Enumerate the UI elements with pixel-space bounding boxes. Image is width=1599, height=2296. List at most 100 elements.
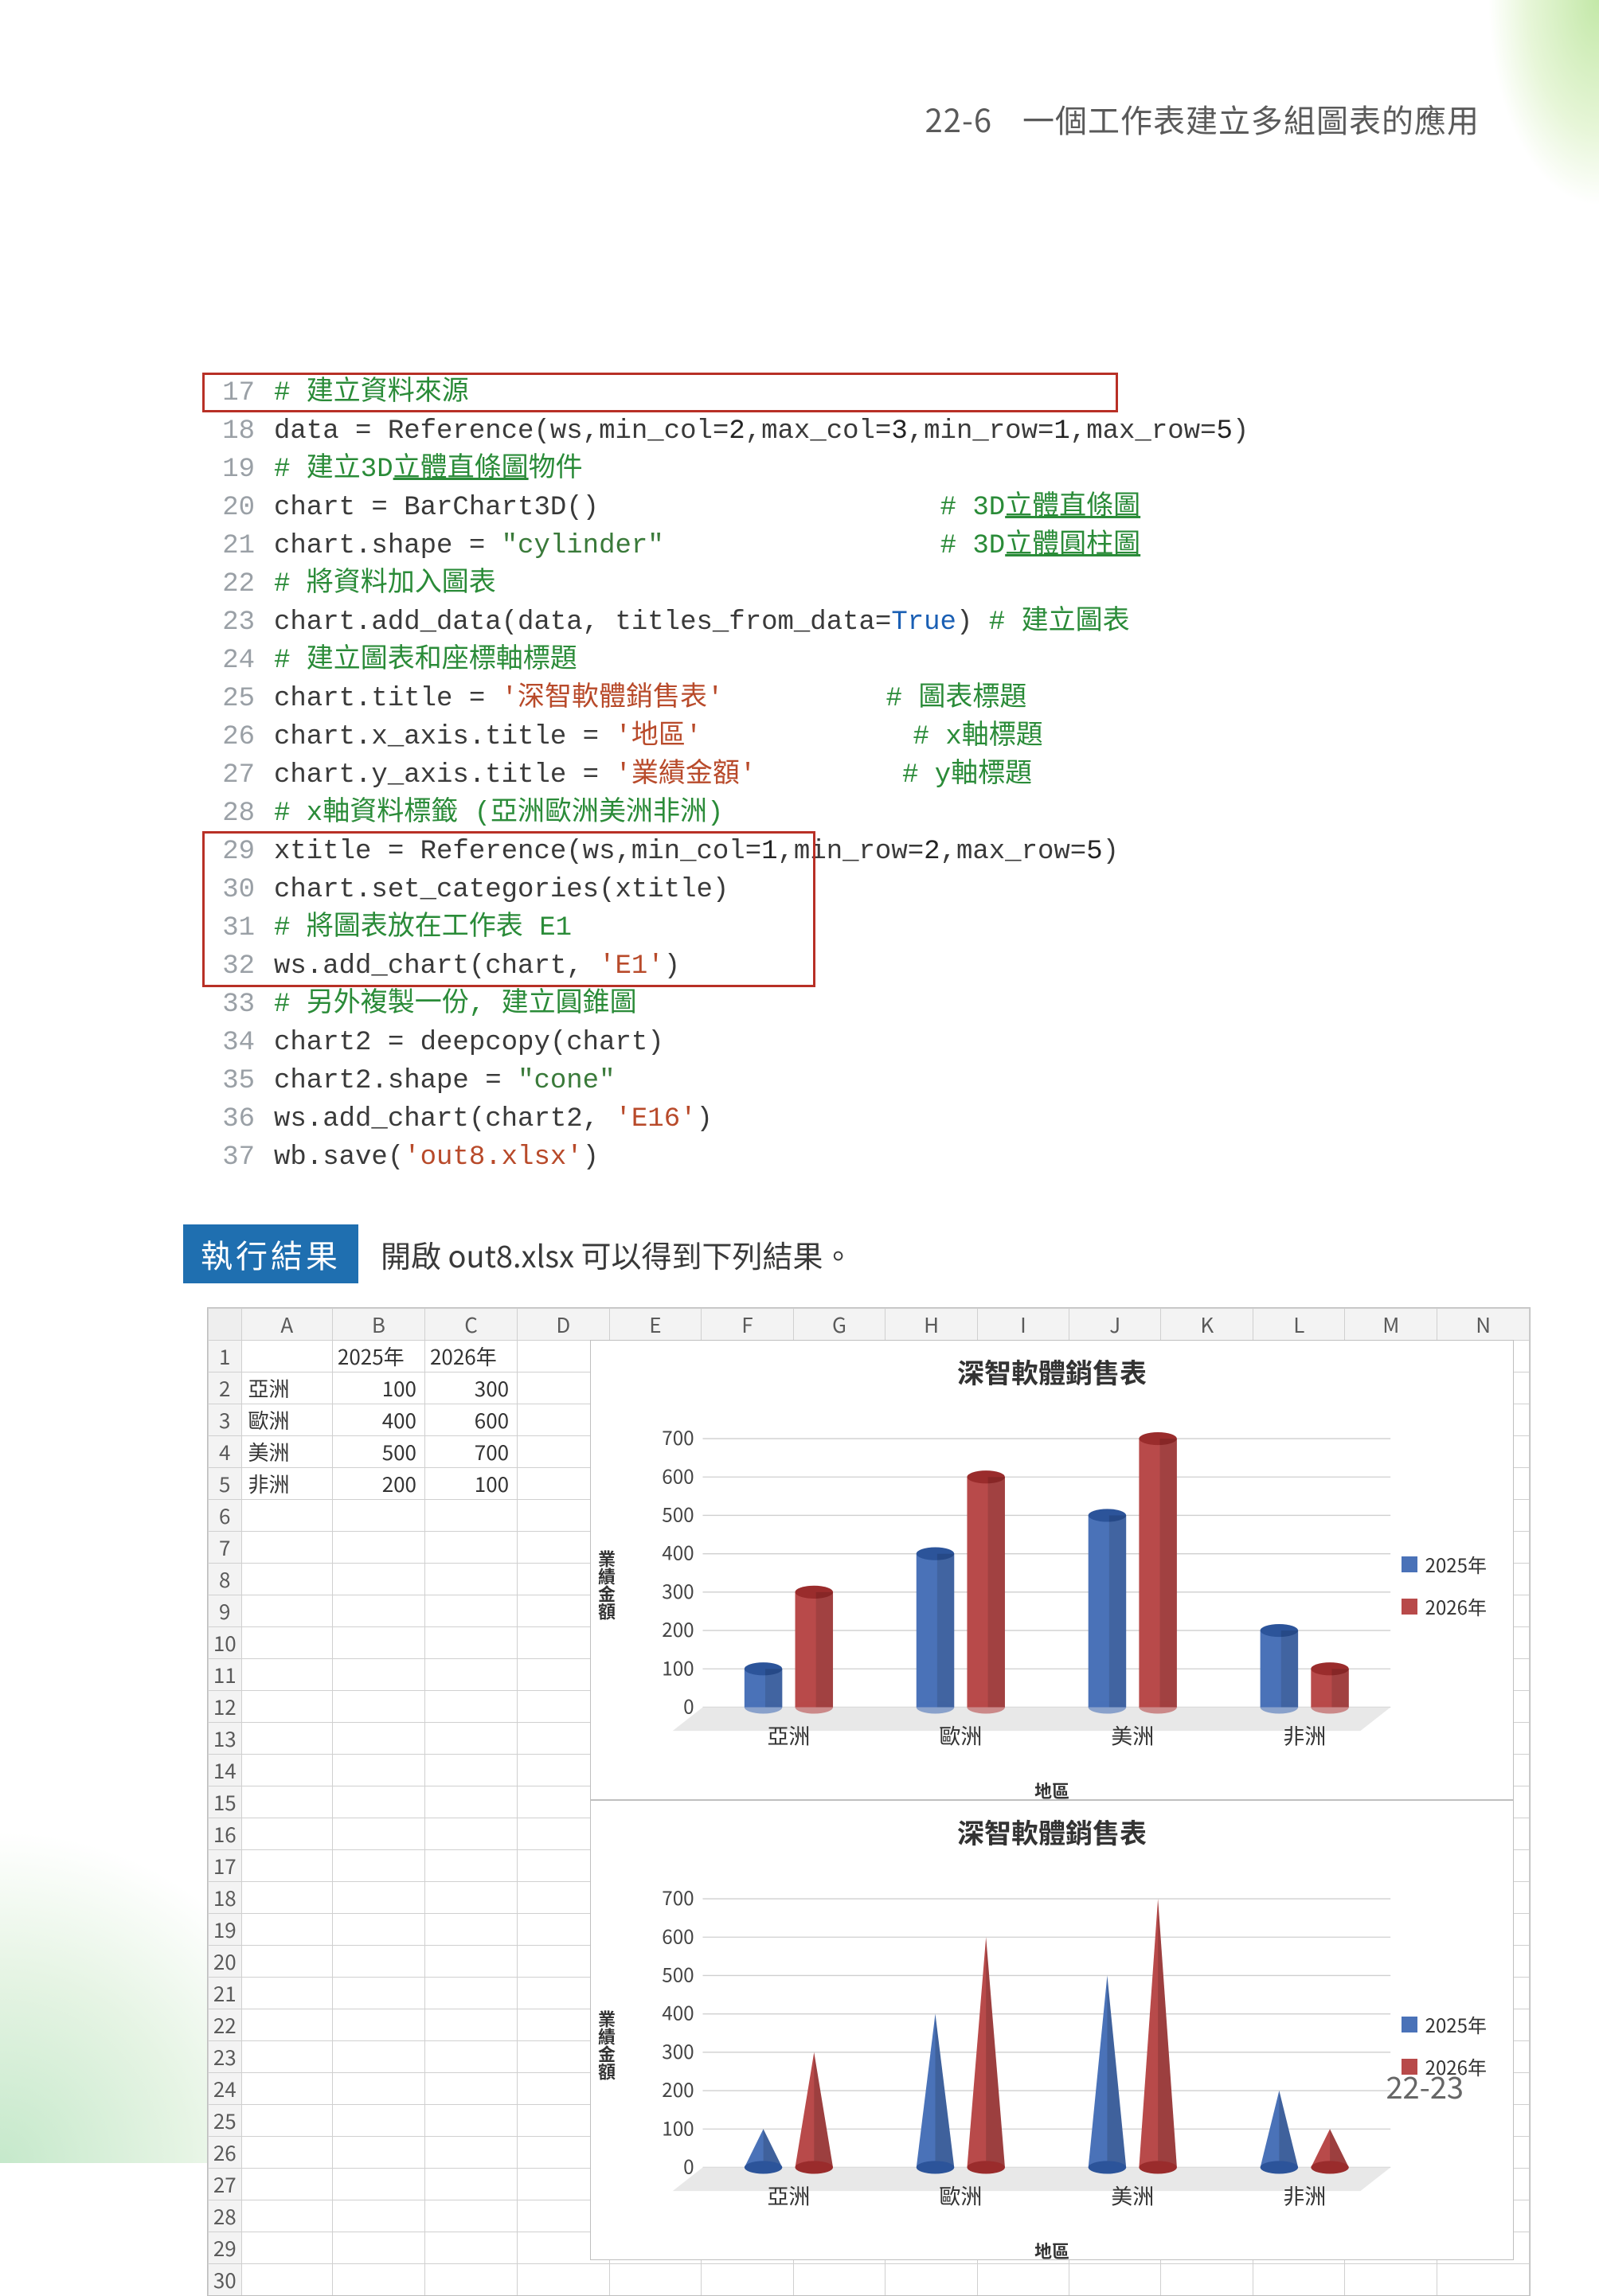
row-header[interactable]: 17	[209, 1850, 242, 1882]
cell[interactable]	[241, 2232, 332, 2264]
cell[interactable]	[241, 2137, 332, 2169]
cell[interactable]	[241, 1659, 332, 1691]
cell[interactable]	[332, 1818, 424, 1850]
cell[interactable]	[241, 2105, 332, 2137]
cell[interactable]	[241, 2169, 332, 2200]
row-header[interactable]: 30	[209, 2264, 242, 2296]
cell[interactable]	[241, 2041, 332, 2073]
cell[interactable]: 300	[424, 1373, 517, 1404]
row-header[interactable]: 16	[209, 1818, 242, 1850]
cell[interactable]	[241, 2073, 332, 2105]
column-header[interactable]: H	[886, 1309, 978, 1341]
cell[interactable]	[241, 1341, 332, 1373]
row-header[interactable]: 21	[209, 1978, 242, 2009]
cell[interactable]	[241, 1786, 332, 1818]
select-all-corner[interactable]	[209, 1309, 242, 1341]
row-header[interactable]: 28	[209, 2200, 242, 2232]
cell[interactable]	[332, 1946, 424, 1978]
row-header[interactable]: 23	[209, 2041, 242, 2073]
row-header[interactable]: 25	[209, 2105, 242, 2137]
row-header[interactable]: 2	[209, 1373, 242, 1404]
column-header[interactable]: L	[1253, 1309, 1345, 1341]
cell[interactable]	[332, 2264, 424, 2296]
row-header[interactable]: 11	[209, 1659, 242, 1691]
cell[interactable]	[424, 1627, 517, 1659]
cell[interactable]	[241, 2009, 332, 2041]
cell[interactable]: 100	[332, 1373, 424, 1404]
column-header[interactable]: K	[1161, 1309, 1253, 1341]
cell[interactable]: 500	[332, 1436, 424, 1468]
cell[interactable]	[332, 1978, 424, 2009]
column-header[interactable]: F	[702, 1309, 793, 1341]
cell[interactable]: 100	[424, 1468, 517, 1500]
cell[interactable]	[332, 1691, 424, 1723]
cell[interactable]	[241, 1723, 332, 1755]
row-header[interactable]: 15	[209, 1786, 242, 1818]
cell[interactable]	[424, 1532, 517, 1564]
cell[interactable]	[424, 1564, 517, 1595]
row-header[interactable]: 12	[209, 1691, 242, 1723]
cell[interactable]	[332, 2009, 424, 2041]
row-header[interactable]: 29	[209, 2232, 242, 2264]
cell[interactable]: 美洲	[241, 1436, 332, 1468]
row-header[interactable]: 24	[209, 2073, 242, 2105]
row-header[interactable]: 1	[209, 1341, 242, 1373]
cell[interactable]	[424, 1882, 517, 1914]
cell[interactable]	[241, 1532, 332, 1564]
cell[interactable]	[332, 2232, 424, 2264]
cell[interactable]	[424, 2200, 517, 2232]
cell[interactable]	[424, 2137, 517, 2169]
cell[interactable]	[332, 1850, 424, 1882]
column-header[interactable]: B	[332, 1309, 424, 1341]
cell[interactable]	[241, 1882, 332, 1914]
cell[interactable]	[332, 2137, 424, 2169]
cell[interactable]	[424, 1850, 517, 1882]
cell[interactable]	[241, 2200, 332, 2232]
cell[interactable]	[332, 1595, 424, 1627]
cell[interactable]	[424, 1500, 517, 1532]
cell[interactable]	[332, 2073, 424, 2105]
cell[interactable]	[332, 1500, 424, 1532]
cell[interactable]: 400	[332, 1404, 424, 1436]
cell[interactable]	[241, 1755, 332, 1786]
row-header[interactable]: 27	[209, 2169, 242, 2200]
cell[interactable]: 2026年	[424, 1341, 517, 1373]
cell[interactable]	[332, 1755, 424, 1786]
cell[interactable]	[332, 2169, 424, 2200]
cell[interactable]	[424, 2073, 517, 2105]
cell[interactable]	[424, 2169, 517, 2200]
cell[interactable]	[332, 1564, 424, 1595]
cell[interactable]	[424, 2041, 517, 2073]
row-header[interactable]: 14	[209, 1755, 242, 1786]
cell[interactable]	[241, 1627, 332, 1659]
cell[interactable]	[241, 1850, 332, 1882]
cell[interactable]	[424, 1659, 517, 1691]
cell[interactable]	[241, 1946, 332, 1978]
cell[interactable]	[424, 2105, 517, 2137]
cell[interactable]	[424, 1691, 517, 1723]
cell[interactable]: 200	[332, 1468, 424, 1500]
row-header[interactable]: 18	[209, 1882, 242, 1914]
cell[interactable]: 亞洲	[241, 1373, 332, 1404]
cell[interactable]	[241, 2264, 332, 2296]
row-header[interactable]: 3	[209, 1404, 242, 1436]
row-header[interactable]: 26	[209, 2137, 242, 2169]
cell[interactable]	[424, 2264, 517, 2296]
cell[interactable]	[241, 1595, 332, 1627]
cell[interactable]	[332, 2200, 424, 2232]
cell[interactable]	[424, 1595, 517, 1627]
row-header[interactable]: 5	[209, 1468, 242, 1500]
cell[interactable]	[424, 1946, 517, 1978]
cell[interactable]	[424, 2232, 517, 2264]
cell[interactable]	[424, 1786, 517, 1818]
cell[interactable]	[332, 1627, 424, 1659]
column-header[interactable]: A	[241, 1309, 332, 1341]
cell[interactable]	[332, 1882, 424, 1914]
column-header[interactable]: G	[793, 1309, 886, 1341]
column-header[interactable]: E	[609, 1309, 702, 1341]
cell[interactable]: 700	[424, 1436, 517, 1468]
cell[interactable]: 2025年	[332, 1341, 424, 1373]
cell[interactable]	[241, 1978, 332, 2009]
column-header[interactable]: N	[1437, 1309, 1530, 1341]
cell[interactable]: 600	[424, 1404, 517, 1436]
